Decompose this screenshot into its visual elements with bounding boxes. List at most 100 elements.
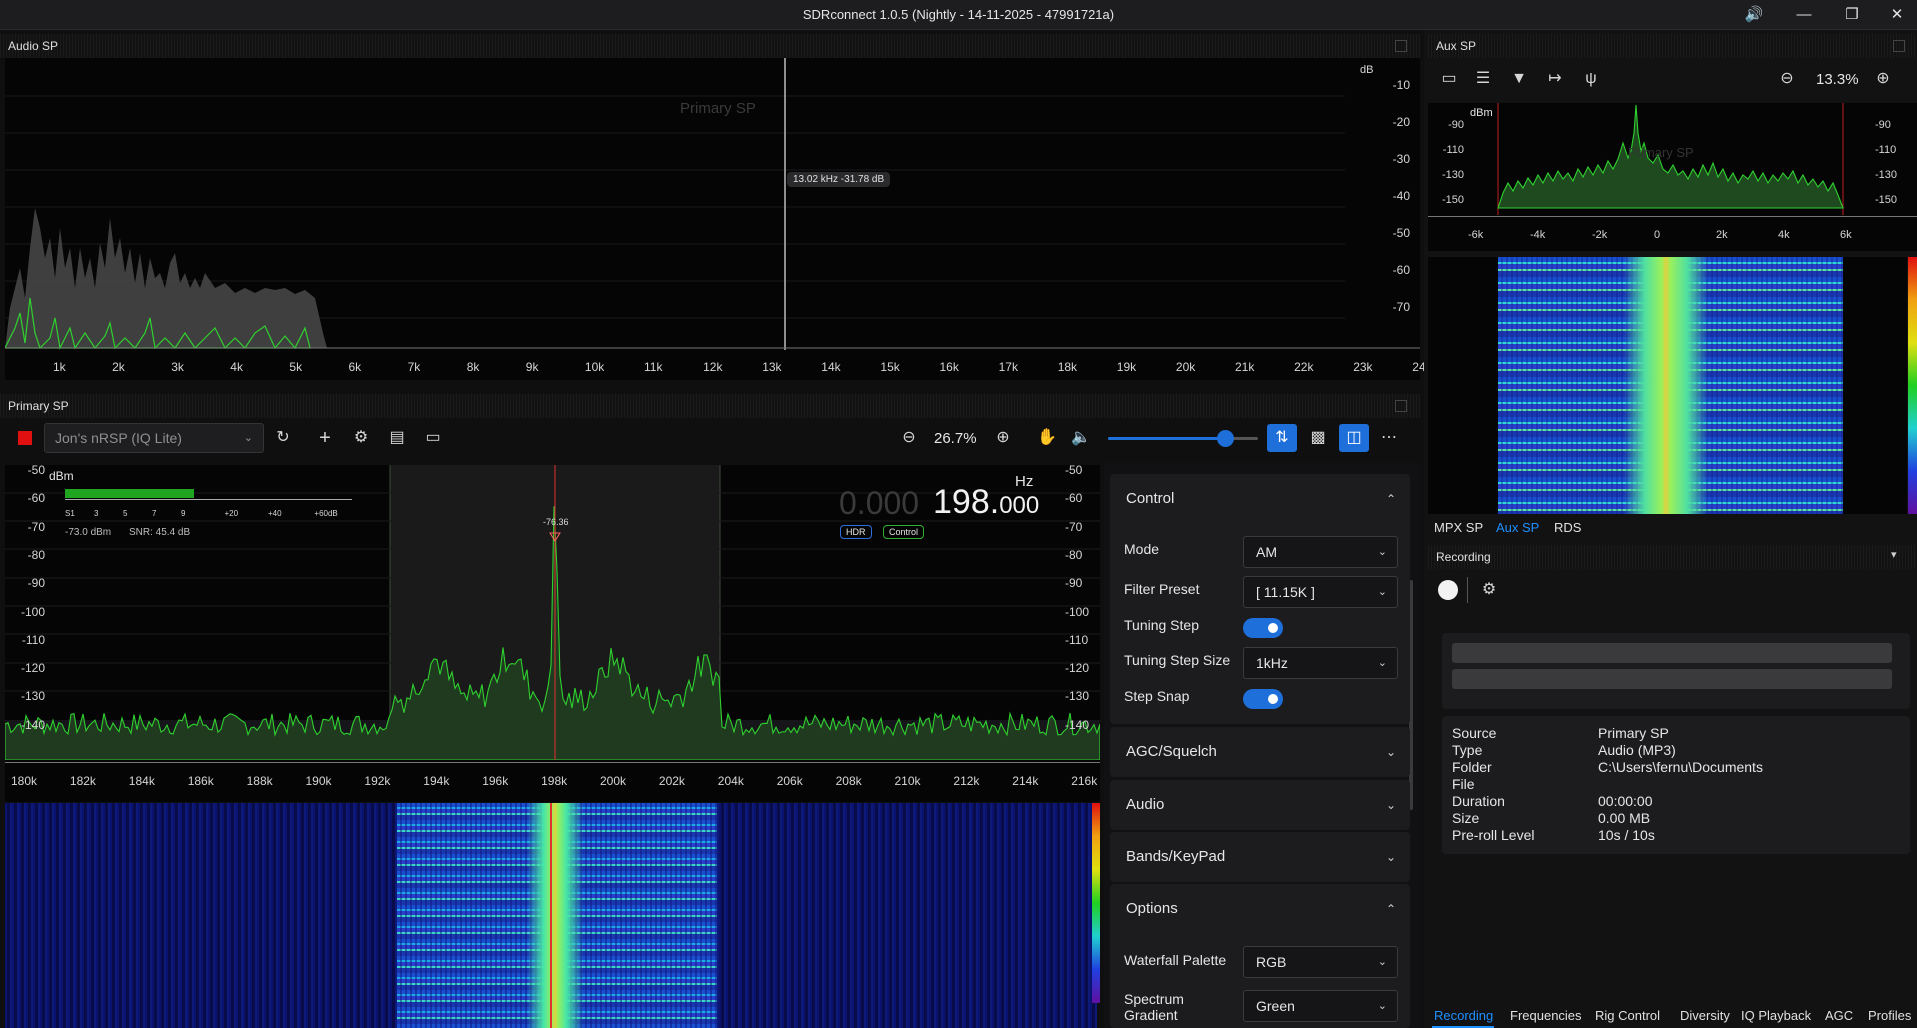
bands-section[interactable]: Bands/KeyPad ⌄ xyxy=(1110,832,1410,882)
tab-profiles[interactable]: Profiles xyxy=(1868,1008,1911,1023)
chevron-down-icon: ⌄ xyxy=(1377,1000,1387,1012)
sliders-icon[interactable]: ☰ xyxy=(1470,64,1496,94)
close-button[interactable]: ✕ xyxy=(1875,0,1917,30)
tab-mpx-sp[interactable]: MPX SP xyxy=(1434,520,1483,535)
options-section-title: Options xyxy=(1126,900,1178,917)
filter-preset-select[interactable]: [ 11.15K ] ⌄ xyxy=(1243,576,1398,608)
tab-agc[interactable]: AGC xyxy=(1825,1008,1853,1023)
more-icon[interactable]: ⋯ xyxy=(1376,423,1402,453)
volume-slider[interactable] xyxy=(1108,430,1258,447)
audio-x-tick: 17k xyxy=(998,360,1018,374)
primary-x-axis: 180k 182k 184k 186k 188k 190k 192k 194k 196k 198k… xyxy=(5,760,1100,802)
recording-progress-bar-1 xyxy=(1452,643,1892,663)
zoom-out-icon[interactable]: ⊖ xyxy=(1774,64,1800,94)
speaker-icon[interactable]: 🔊 xyxy=(1732,0,1776,30)
tuning-step-size-select[interactable]: 1kHz ⌄ xyxy=(1243,647,1398,679)
settings-icon[interactable]: ⚙ xyxy=(1476,575,1502,605)
hdr-badge[interactable]: HDR xyxy=(840,525,872,539)
device-select[interactable]: Jon's nRSP (IQ Lite) ⌄ xyxy=(44,423,264,453)
aux-y-tick: -150 xyxy=(1875,194,1898,206)
step-snap-toggle[interactable] xyxy=(1243,689,1283,709)
zoom-in-icon[interactable]: ⊕ xyxy=(1870,64,1896,94)
layout-columns-icon[interactable]: ◫ xyxy=(1339,424,1369,452)
display-icon[interactable]: ▭ xyxy=(1436,64,1462,94)
settings-icon[interactable]: ⚙ xyxy=(348,423,374,453)
primary-sp-menu-icon[interactable] xyxy=(1395,400,1407,412)
display-icon[interactable]: ▭ xyxy=(420,423,446,453)
aux-waterfall[interactable] xyxy=(1428,257,1907,514)
antenna-icon[interactable]: ψ xyxy=(1578,64,1604,94)
filter-icon[interactable]: ▼ xyxy=(1506,64,1532,94)
s-meter-label: +40 xyxy=(268,509,282,518)
recording-info-key: Source xyxy=(1452,725,1497,741)
primary-x-tick: 196k xyxy=(482,774,509,788)
waveform-toggle-icon[interactable]: ⇅ xyxy=(1267,424,1297,452)
primary-y-tick: -130 xyxy=(20,689,45,704)
zoom-in-icon[interactable]: ⊕ xyxy=(990,423,1016,453)
waterfall-palette-select[interactable]: RGB ⌄ xyxy=(1243,946,1398,978)
hand-icon[interactable]: ✋ xyxy=(1034,423,1060,453)
primary-x-tick: 208k xyxy=(835,774,862,788)
aux-y-tick: -110 xyxy=(1442,144,1464,156)
audio-x-tick: 1k xyxy=(53,360,66,374)
chevron-down-icon: ⌄ xyxy=(243,432,253,444)
audio-x-tick: 18k xyxy=(1057,360,1078,374)
zoom-out-icon[interactable]: ⊖ xyxy=(896,423,922,453)
agc-section[interactable]: AGC/Squelch ⌄ xyxy=(1110,727,1410,777)
tab-rig-control[interactable]: Rig Control xyxy=(1595,1008,1660,1023)
volume-slider-knob[interactable] xyxy=(1217,430,1234,447)
tab-frequencies[interactable]: Frequencies xyxy=(1510,1008,1582,1023)
audio-unit-label: dB xyxy=(1360,64,1374,76)
tuning-step-size-value: 1kHz xyxy=(1256,655,1288,671)
primary-x-tick: 186k xyxy=(187,774,214,788)
chevron-down-icon: ⌄ xyxy=(1377,956,1387,968)
control-section-header[interactable]: Control ⌃ xyxy=(1110,474,1410,524)
tab-diversity[interactable]: Diversity xyxy=(1680,1008,1730,1023)
waterfall-palette-label: Waterfall Palette xyxy=(1124,952,1227,968)
record-indicator-icon[interactable] xyxy=(18,431,32,445)
add-icon[interactable]: + xyxy=(312,423,338,453)
recording-info-value: Primary SP xyxy=(1598,725,1669,741)
primary-x-tick: 202k xyxy=(658,774,685,788)
aux-y-tick: -130 xyxy=(1441,169,1464,181)
options-section-header[interactable]: Options ⌃ xyxy=(1110,884,1410,934)
mode-select[interactable]: AM ⌄ xyxy=(1243,536,1398,568)
expand-horizontal-icon[interactable]: ↦ xyxy=(1542,64,1568,94)
tab-iq-playback[interactable]: IQ Playback xyxy=(1741,1008,1811,1023)
minimize-button[interactable]: — xyxy=(1782,0,1826,30)
control-badge[interactable]: Control xyxy=(883,525,925,539)
tuning-step-toggle[interactable] xyxy=(1243,618,1283,638)
tab-rds[interactable]: RDS xyxy=(1554,520,1581,535)
aux-zoom-level: 13.3% xyxy=(1816,71,1859,88)
audio-sp-menu-icon[interactable] xyxy=(1395,40,1407,52)
primary-waterfall[interactable] xyxy=(5,803,1097,1028)
aux-sp-menu-icon[interactable] xyxy=(1893,40,1905,52)
bar-chart-icon[interactable]: ▩ xyxy=(1305,423,1331,453)
audio-x-tick: 14k xyxy=(821,360,841,374)
aux-sp-title: Aux SP xyxy=(1436,39,1477,53)
primary-x-tick: 204k xyxy=(717,774,744,788)
audio-spectrum-plot[interactable]: Primary SP 13.02 kHz -31.78 dB dB -10 -20… xyxy=(5,58,1420,350)
tab-aux-sp[interactable]: Aux SP xyxy=(1496,520,1539,535)
spectrum-gradient-select[interactable]: Green ⌄ xyxy=(1243,990,1398,1022)
restore-button[interactable]: ❐ xyxy=(1830,0,1874,30)
network-icon[interactable]: ▤ xyxy=(384,423,410,453)
chevron-down-icon[interactable]: ▾ xyxy=(1891,548,1897,561)
toolbar-divider xyxy=(1467,577,1468,603)
primary-y-tick: -120 xyxy=(1065,661,1090,676)
recording-info-key: Pre-roll Level xyxy=(1452,827,1535,843)
audio-section[interactable]: Audio ⌄ xyxy=(1110,780,1410,830)
aux-spectrum-plot[interactable]: Primary SP dBm -90 -110 -130 -150 -90 -110 -1… xyxy=(1428,103,1917,215)
s-meter xyxy=(65,489,352,503)
volume-icon[interactable]: 🔈 xyxy=(1068,423,1094,453)
primary-spectrum-plot[interactable]: -76.36 dBm S1 3 5 7 9 +20 +40 +60dB -73.0 dBm S… xyxy=(5,463,1100,760)
recording-info-value: 10s / 10s xyxy=(1598,827,1655,843)
tab-recording[interactable]: Recording xyxy=(1434,1008,1493,1023)
primary-x-tick: 210k xyxy=(894,774,921,788)
record-button[interactable] xyxy=(1438,580,1458,600)
aux-y-tick: -150 xyxy=(1441,194,1464,206)
refresh-icon[interactable]: ↻ xyxy=(270,423,296,453)
control-section-title: Control xyxy=(1126,490,1175,507)
step-snap-label: Step Snap xyxy=(1124,688,1190,704)
aux-x-tick: -6k xyxy=(1468,229,1484,241)
